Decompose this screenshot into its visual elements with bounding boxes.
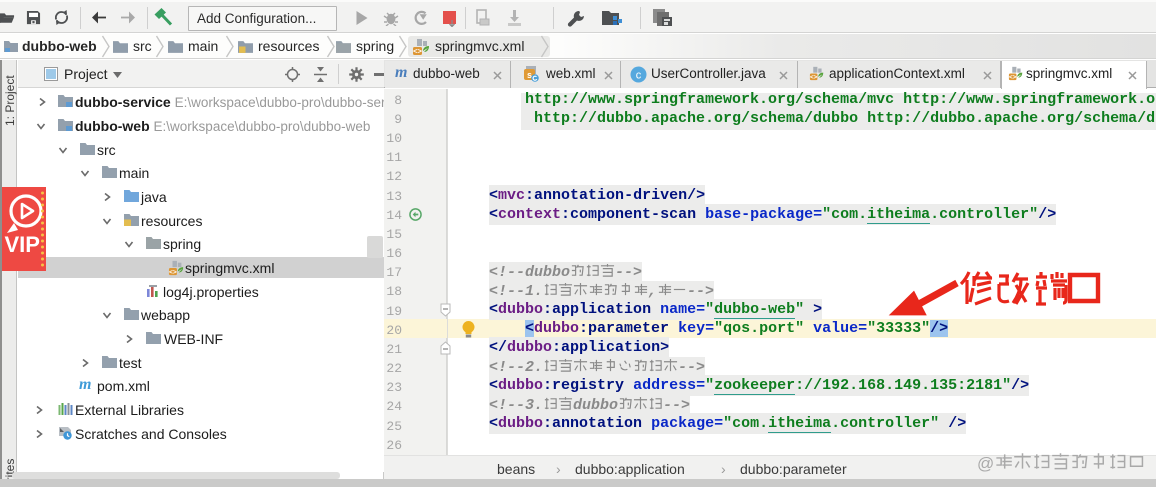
svg-text:<>: <> [810, 74, 818, 81]
svg-text:<>: <> [1009, 74, 1017, 81]
svg-text:<>: <> [413, 47, 422, 56]
svg-text:<>: <> [169, 269, 177, 276]
svg-text:c: c [636, 70, 642, 82]
svg-text:VIP: VIP [5, 232, 40, 257]
